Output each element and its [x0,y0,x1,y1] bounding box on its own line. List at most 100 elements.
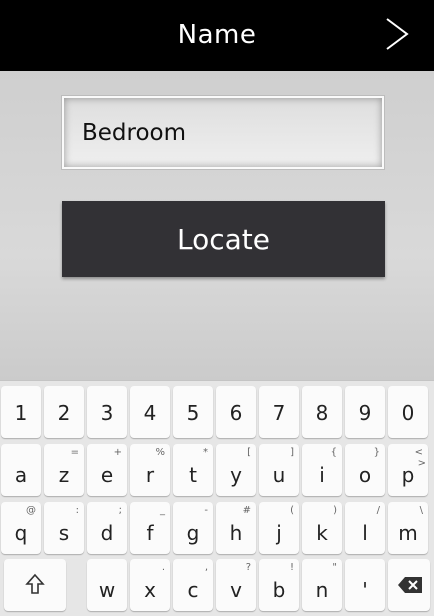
key-secondary-label: + [113,447,122,458]
key-label: d [100,521,114,545]
key-label: m [398,521,418,545]
key-5[interactable]: 5 [173,386,213,438]
key-label: c [187,578,199,602]
key-secondary-label: } [373,447,380,458]
key-k[interactable]: ) k [302,502,342,554]
shift-key[interactable] [4,559,66,611]
key-secondary-label: : [75,505,79,516]
key-secondary-label: ( [290,505,294,516]
key-o[interactable]: } o [345,444,385,496]
locate-button[interactable]: Locate [62,201,385,277]
key-label: 8 [315,401,329,425]
key-secondary-label: ! [289,562,294,573]
key-label: u [272,463,286,487]
key-secondary-label: ; [118,505,122,516]
key-label: r [145,463,155,487]
key-w[interactable]: w [87,559,127,611]
key-label: o [358,463,372,487]
key-4[interactable]: 4 [130,386,170,438]
key-secondary-label: - [204,505,208,516]
key-label: 5 [186,401,200,425]
page-title: Name [177,20,257,50]
key-label: h [229,521,243,545]
key-v[interactable]: ? v [216,559,256,611]
key-x[interactable]: .x [130,559,170,611]
key-label: 6 [229,401,243,425]
key-i[interactable]: {i [302,444,342,496]
key-y[interactable]: [y [216,444,256,496]
key-label: b [272,578,286,602]
key-label: g [186,521,200,545]
key-g[interactable]: -g [173,502,213,554]
key-secondary-label: ? [245,562,251,573]
key-t[interactable]: * t [173,444,213,496]
key-0[interactable]: 0 [388,386,428,438]
backspace-icon [397,576,423,598]
header-bar: Name [0,0,434,71]
key-c[interactable]: ,c [173,559,213,611]
key-secondary-label: { [330,447,337,458]
key-9[interactable]: 9 [345,386,385,438]
key-secondary-label: _ [160,505,165,516]
key-label: 0 [401,401,415,425]
key-secondary-label: [ [247,447,251,458]
key-8[interactable]: 8 [302,386,342,438]
key-label: 9 [358,401,372,425]
key-n[interactable]: " n [302,559,342,611]
key-z[interactable]: = z [44,444,84,496]
key-secondary-label: . [161,562,165,573]
backspace-key[interactable] [388,559,430,611]
key-label: s [58,521,70,545]
name-field[interactable] [62,96,384,169]
key-f[interactable]: _ f [130,502,170,554]
keyboard: 1 2 3 4 5 6 7 8 9 0 a = z + e% r * t[y] u{i} o < p > @ q: s; d _ f - g… [0,380,434,616]
key-h[interactable]: # h [216,502,256,554]
key-m[interactable]: \ m [388,502,428,554]
key-secondary-label: > [417,458,426,469]
name-input[interactable] [64,98,382,167]
key-6[interactable]: 6 [216,386,256,438]
key-u[interactable]: ] u [259,444,299,496]
key-a[interactable]: a [1,444,41,496]
key-secondary-label: @ [26,505,36,516]
key-label: ' [362,578,368,602]
key-label: 4 [143,401,157,425]
key-e[interactable]: + e [87,444,127,496]
key-label: 7 [272,401,286,425]
key-q[interactable]: @ q [1,502,41,554]
shift-arrow-icon [25,573,45,599]
key-label: w [98,578,116,602]
key-secondary-label: \ [419,505,423,516]
key-d[interactable]: ; d [87,502,127,554]
key-2[interactable]: 2 [44,386,84,438]
key-label: 1 [14,401,28,425]
key-apostrophe[interactable]: ' [345,559,385,611]
key-label: z [58,463,70,487]
key-secondary-label: ] [290,447,294,458]
key-secondary-label: % [155,447,165,458]
key-j[interactable]: (j [259,502,299,554]
key-l[interactable]: / l [345,502,385,554]
key-secondary-label: # [242,505,251,516]
key-label: j [276,521,282,545]
key-secondary-label: " [332,562,337,573]
key-secondary-label: < [414,447,423,458]
key-secondary-label: / [376,505,380,516]
key-label: n [315,578,329,602]
key-label: 2 [57,401,71,425]
chevron-right-icon[interactable] [384,16,410,52]
key-label: v [230,578,242,602]
key-1[interactable]: 1 [1,386,41,438]
key-p[interactable]: < p > [388,444,428,496]
key-label: i [319,463,325,487]
key-secondary-label: ) [333,505,337,516]
key-7[interactable]: 7 [259,386,299,438]
main-content: Locate [0,71,434,380]
key-s[interactable]: :s [44,502,84,554]
key-3[interactable]: 3 [87,386,127,438]
key-r[interactable]: % r [130,444,170,496]
key-label: y [230,463,242,487]
key-secondary-label: = [70,447,79,458]
key-b[interactable]: ! b [259,559,299,611]
key-label: l [362,521,368,545]
